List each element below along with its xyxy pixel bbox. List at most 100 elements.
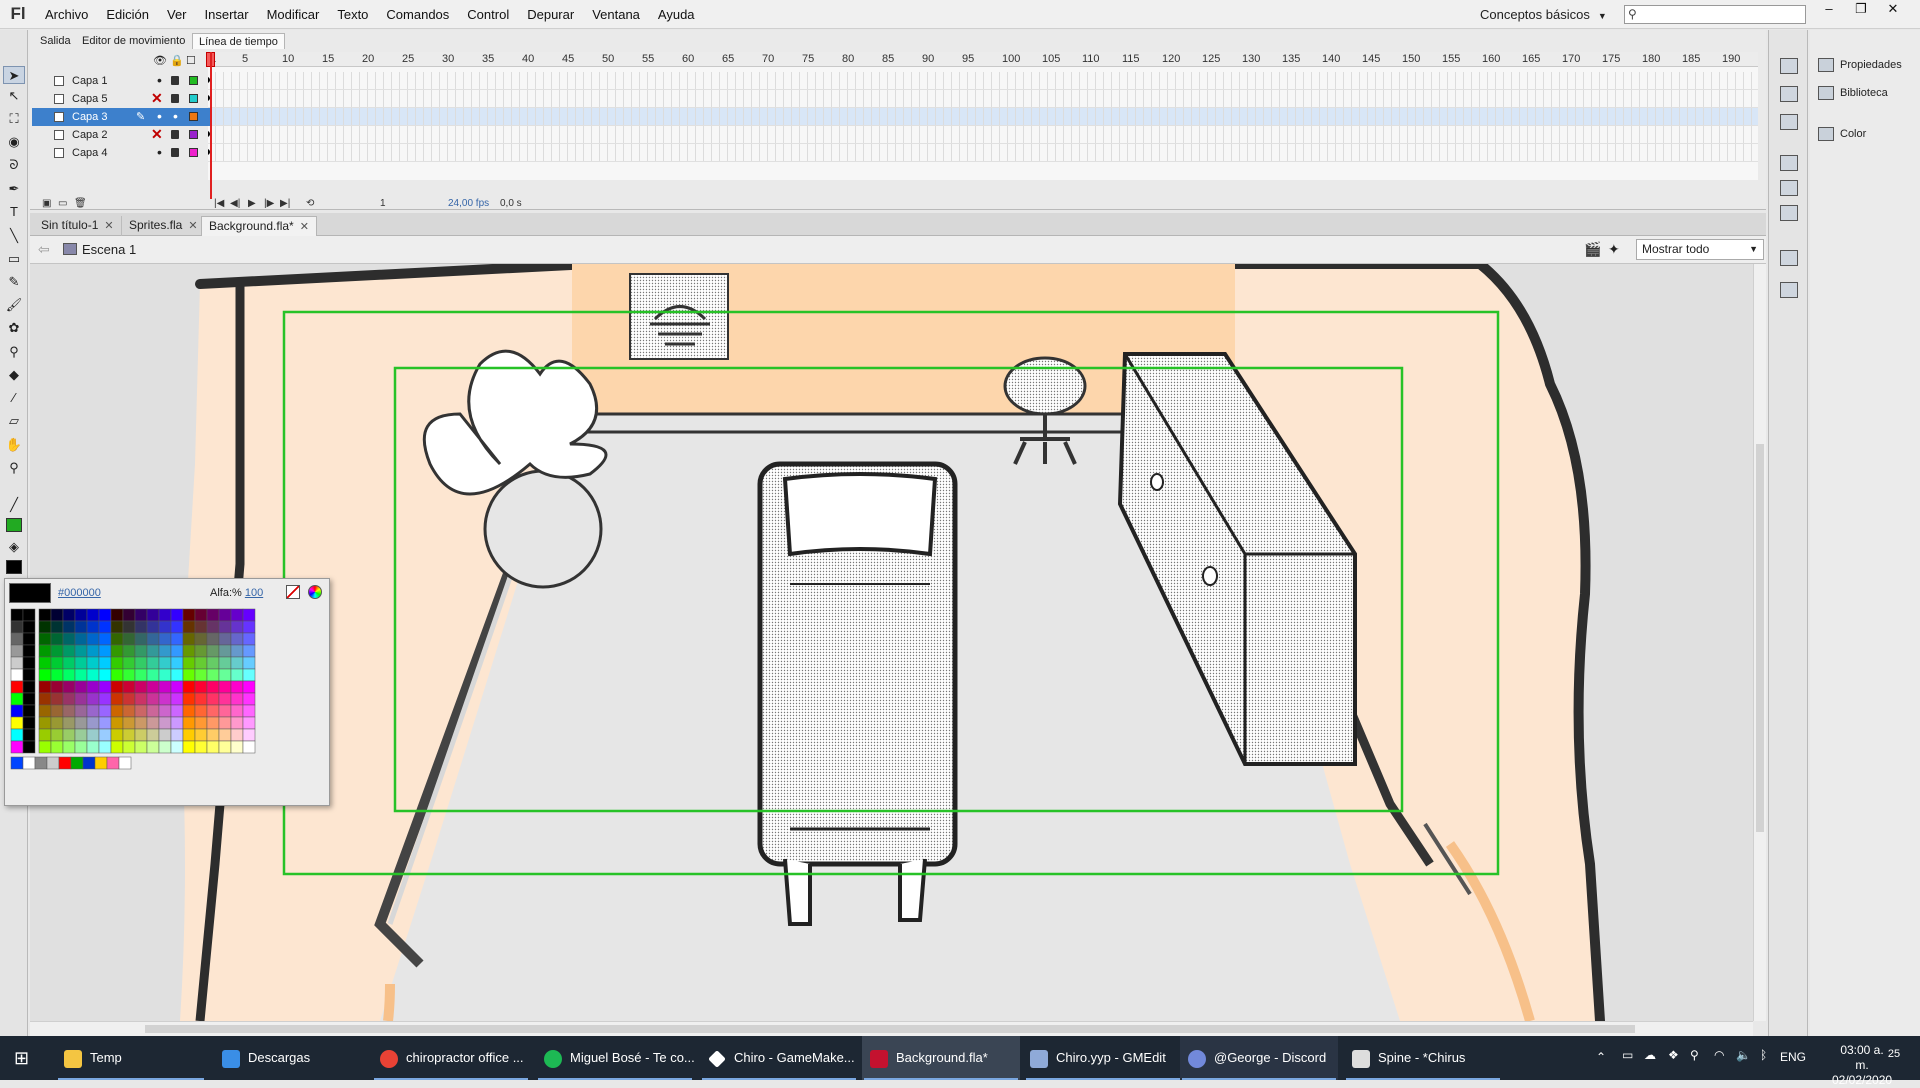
- color-tab[interactable]: Color: [1818, 123, 1866, 145]
- 3d-rotation-tool-icon[interactable]: ◉: [3, 133, 25, 151]
- swatch[interactable]: [170, 656, 184, 670]
- swatch[interactable]: [50, 716, 64, 730]
- gradient-swatch[interactable]: [106, 756, 120, 770]
- taskbar-app[interactable]: Spine - *Chirus: [1344, 1036, 1502, 1080]
- swatch[interactable]: [122, 704, 136, 718]
- menu-insertar[interactable]: Insertar: [196, 0, 258, 29]
- swatch[interactable]: [158, 692, 172, 706]
- swatch[interactable]: [122, 716, 136, 730]
- swatch[interactable]: [10, 668, 24, 682]
- lasso-tool-icon[interactable]: ᘐ: [3, 156, 25, 174]
- swatch[interactable]: [218, 704, 232, 718]
- chevron-up-icon[interactable]: ⌃: [1596, 1050, 1606, 1064]
- doc-tab-background[interactable]: Background.fla* ✕: [201, 216, 317, 236]
- frame-ruler[interactable]: 1510152025303540455055606570758085909510…: [208, 52, 1758, 67]
- swatch[interactable]: [62, 716, 76, 730]
- swatch[interactable]: [22, 680, 36, 694]
- swatch[interactable]: [110, 668, 124, 682]
- eye-icon[interactable]: 👁: [153, 54, 167, 67]
- menu-texto[interactable]: Texto: [328, 0, 377, 29]
- swatch[interactable]: [242, 728, 256, 742]
- layer-row-selected[interactable]: Capa 3 ✎ • •: [32, 108, 210, 126]
- swatch[interactable]: [134, 608, 148, 622]
- swatch[interactable]: [230, 644, 244, 658]
- swatch[interactable]: [62, 680, 76, 694]
- swatch[interactable]: [98, 716, 112, 730]
- swatch[interactable]: [122, 668, 136, 682]
- frame-grid[interactable]: 1510152025303540455055606570758085909510…: [208, 52, 1758, 180]
- swatch[interactable]: [98, 680, 112, 694]
- pencil-tool-icon[interactable]: ✎: [3, 273, 25, 291]
- network-icon[interactable]: ◠: [1714, 1048, 1724, 1062]
- swatch[interactable]: [182, 644, 196, 658]
- swatch[interactable]: [194, 608, 208, 622]
- swatch[interactable]: [242, 620, 256, 634]
- swatch[interactable]: [206, 632, 220, 646]
- swatch[interactable]: [206, 680, 220, 694]
- gradient-swatch[interactable]: [70, 756, 84, 770]
- layer-color-swatch[interactable]: [189, 94, 198, 103]
- swatch[interactable]: [86, 608, 100, 622]
- swatch[interactable]: [158, 728, 172, 742]
- swatch[interactable]: [74, 692, 88, 706]
- swatch[interactable]: [74, 632, 88, 646]
- swatch[interactable]: [134, 728, 148, 742]
- swatch[interactable]: [122, 656, 136, 670]
- bluetooth-icon[interactable]: ᛒ: [1760, 1048, 1767, 1062]
- swatch[interactable]: [62, 644, 76, 658]
- scrollbar-thumb[interactable]: [1756, 444, 1764, 832]
- line-tool-icon[interactable]: ╲: [3, 227, 25, 245]
- swatch[interactable]: [230, 740, 244, 754]
- swatch[interactable]: [242, 656, 256, 670]
- swatch[interactable]: [170, 668, 184, 682]
- swatch[interactable]: [86, 644, 100, 658]
- menu-comandos[interactable]: Comandos: [377, 0, 458, 29]
- swatch[interactable]: [22, 632, 36, 646]
- visible-dot[interactable]: •: [157, 144, 162, 160]
- scrollbar-thumb[interactable]: [145, 1025, 1635, 1033]
- swatch[interactable]: [242, 608, 256, 622]
- swatch[interactable]: [110, 740, 124, 754]
- swatch[interactable]: [218, 740, 232, 754]
- swatch[interactable]: [110, 680, 124, 694]
- swatch[interactable]: [206, 692, 220, 706]
- language-indicator[interactable]: ENG: [1780, 1050, 1806, 1064]
- swatch[interactable]: [242, 740, 256, 754]
- hidden-x-icon[interactable]: ✕: [151, 126, 163, 143]
- new-layer-icon[interactable]: ▣: [42, 198, 51, 209]
- swatch[interactable]: [122, 740, 136, 754]
- swatch[interactable]: [38, 704, 52, 718]
- swatch[interactable]: [134, 656, 148, 670]
- swatch[interactable]: [74, 728, 88, 742]
- swatch[interactable]: [194, 692, 208, 706]
- gradient-swatch[interactable]: [10, 756, 24, 770]
- tab-editor-movimiento[interactable]: Editor de movimiento: [76, 33, 191, 49]
- swatch[interactable]: [146, 728, 160, 742]
- swatch[interactable]: [230, 716, 244, 730]
- layer-row[interactable]: Capa 1 •: [32, 72, 210, 90]
- gradient-swatch[interactable]: [46, 756, 60, 770]
- swatch[interactable]: [10, 716, 24, 730]
- deco-tool-icon[interactable]: ✿: [3, 319, 25, 337]
- swatch[interactable]: [158, 680, 172, 694]
- swatch[interactable]: [146, 704, 160, 718]
- horizontal-scrollbar[interactable]: [30, 1021, 1753, 1036]
- swatch[interactable]: [98, 692, 112, 706]
- frame-rate[interactable]: 24,00 fps: [448, 198, 489, 209]
- swatch[interactable]: [242, 668, 256, 682]
- swatch[interactable]: [62, 656, 76, 670]
- swatch[interactable]: [38, 740, 52, 754]
- swatch[interactable]: [146, 608, 160, 622]
- swatch[interactable]: [110, 716, 124, 730]
- swatch[interactable]: [122, 728, 136, 742]
- swatch[interactable]: [182, 704, 196, 718]
- lock-icon[interactable]: [171, 148, 179, 157]
- swatch[interactable]: [22, 620, 36, 634]
- swatch[interactable]: [62, 668, 76, 682]
- swatch[interactable]: [182, 632, 196, 646]
- code-snippets-icon[interactable]: [1780, 155, 1798, 171]
- swatch[interactable]: [86, 740, 100, 754]
- swatch[interactable]: [158, 608, 172, 622]
- swatch[interactable]: [146, 668, 160, 682]
- gradient-swatch[interactable]: [34, 756, 48, 770]
